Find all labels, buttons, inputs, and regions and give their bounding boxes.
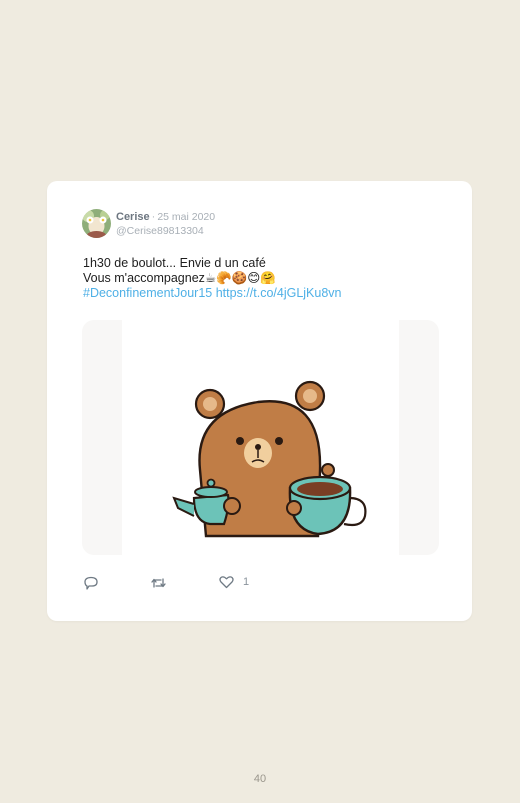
reply-icon [84, 576, 98, 590]
retweet-button[interactable] [150, 575, 167, 591]
avatar-image [82, 209, 111, 238]
tweet-text-line2: Vous m'accompagnez☕🥐🍪😊🤗 [83, 271, 276, 285]
like-button[interactable]: 1 [219, 575, 249, 589]
tweet-links: #DeconfinementJour15 https://t.co/4jGLjK… [83, 286, 443, 301]
tweet-text: 1h30 de boulot... Envie d un café Vous m… [83, 256, 443, 301]
tweet-header: Cerise · 25 mai 2020 @Cerise89813304 [116, 210, 215, 238]
tweet-text-line1: 1h30 de boulot... Envie d un café [83, 256, 266, 270]
like-count: 1 [243, 576, 250, 588]
author-handle[interactable]: @Cerise89813304 [116, 224, 215, 238]
author-line: Cerise · 25 mai 2020 [116, 210, 215, 224]
retweet-icon [151, 578, 166, 588]
tweet-date[interactable]: 25 mai 2020 [157, 211, 215, 223]
tweet-card: Cerise · 25 mai 2020 @Cerise89813304 1h30 … [47, 181, 472, 621]
author-name[interactable]: Cerise [116, 211, 150, 223]
avatar[interactable] [82, 209, 111, 238]
hashtag-link[interactable]: #DeconfinementJour15 [83, 286, 212, 300]
tweet-actions: 1 [83, 575, 383, 595]
url-link[interactable]: https://t.co/4jGLjKu8vn [216, 286, 342, 300]
page-number: 40 [253, 773, 267, 785]
tweet-media[interactable] [82, 320, 439, 555]
bear-gif-image [122, 320, 399, 555]
heart-icon [219, 576, 234, 589]
reply-button[interactable] [83, 575, 99, 591]
separator-dot: · [151, 211, 156, 223]
